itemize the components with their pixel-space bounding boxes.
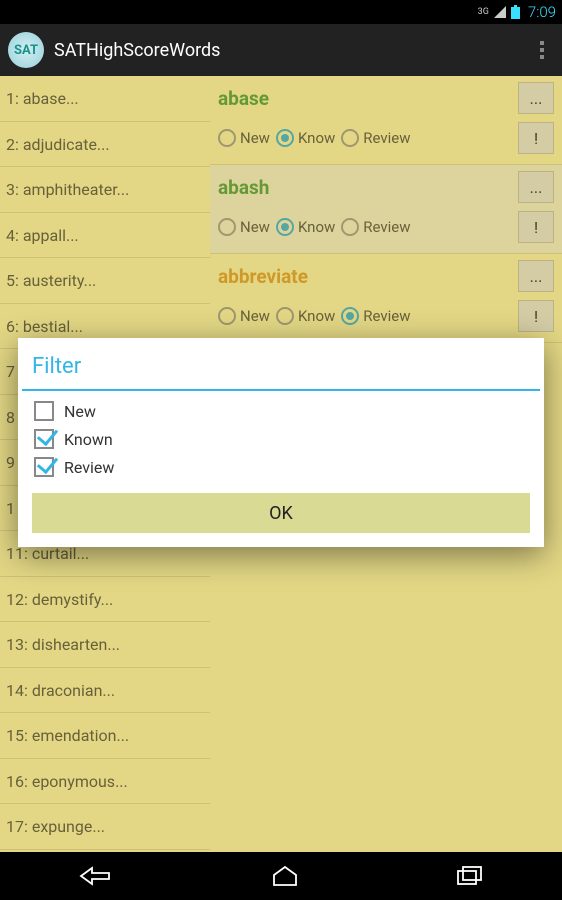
alert-button[interactable]: !	[518, 211, 554, 243]
signal-icon	[493, 5, 507, 19]
checkbox-icon	[34, 401, 54, 421]
filter-option-label: New	[64, 402, 96, 421]
home-button[interactable]	[272, 865, 298, 887]
radio-new[interactable]: New	[218, 129, 270, 147]
ok-button[interactable]: OK	[32, 493, 530, 533]
radio-new[interactable]: New	[218, 307, 270, 325]
filter-option-new[interactable]: New	[18, 397, 544, 425]
clock: 7:09	[528, 3, 556, 21]
list-item[interactable]: 1: abase...	[0, 76, 210, 122]
list-item[interactable]: 17: expunge...	[0, 804, 210, 850]
word-card: abbreviate... New Know Review!	[210, 254, 562, 343]
word-label: abash	[218, 176, 514, 199]
navigation-bar	[0, 852, 562, 900]
list-item[interactable]: 12: demystify...	[0, 577, 210, 623]
word-label: abbreviate	[218, 265, 514, 288]
list-item[interactable]: 4: appall...	[0, 213, 210, 259]
radio-new[interactable]: New	[218, 218, 270, 236]
filter-option-label: Review	[64, 458, 114, 477]
network-label: 3G	[478, 7, 489, 17]
checkbox-icon	[34, 457, 54, 477]
dialog-separator	[22, 389, 540, 391]
filter-option-label: Known	[64, 430, 113, 449]
radio-know[interactable]: Know	[276, 307, 335, 325]
list-item[interactable]: 13: dishearten...	[0, 622, 210, 668]
list-item[interactable]: 5: austerity...	[0, 258, 210, 304]
word-card: abase... New Know Review!	[210, 76, 562, 165]
dialog-title: Filter	[18, 338, 544, 389]
list-item[interactable]: 16: eponymous...	[0, 759, 210, 805]
word-card: abash... New Know Review!	[210, 165, 562, 254]
more-button[interactable]: ...	[518, 260, 554, 292]
overflow-menu-button[interactable]	[530, 41, 554, 59]
list-item[interactable]: 15: emendation...	[0, 713, 210, 759]
action-bar: SAT SATHighScoreWords	[0, 24, 562, 76]
status-bar: 3G 7:09	[0, 0, 562, 24]
recent-apps-button[interactable]	[457, 866, 483, 886]
app-title: SATHighScoreWords	[54, 40, 530, 61]
alert-button[interactable]: !	[518, 122, 554, 154]
radio-know[interactable]: Know	[276, 129, 335, 147]
radio-review[interactable]: Review	[341, 218, 410, 236]
radio-know[interactable]: Know	[276, 218, 335, 236]
list-item[interactable]: 14: draconian...	[0, 668, 210, 714]
battery-icon	[511, 5, 520, 19]
filter-dialog: Filter New Known Review OK	[18, 338, 544, 547]
filter-option-review[interactable]: Review	[18, 453, 544, 481]
more-button[interactable]: ...	[518, 171, 554, 203]
checkbox-icon	[34, 429, 54, 449]
word-label: abase	[218, 87, 514, 110]
radio-review[interactable]: Review	[341, 129, 410, 147]
back-button[interactable]	[79, 864, 113, 888]
more-button[interactable]: ...	[518, 82, 554, 114]
app-icon: SAT	[8, 32, 44, 68]
radio-review[interactable]: Review	[341, 307, 410, 325]
filter-option-known[interactable]: Known	[18, 425, 544, 453]
list-item[interactable]: 2: adjudicate...	[0, 122, 210, 168]
alert-button[interactable]: !	[518, 300, 554, 332]
list-item[interactable]: 3: amphitheater...	[0, 167, 210, 213]
